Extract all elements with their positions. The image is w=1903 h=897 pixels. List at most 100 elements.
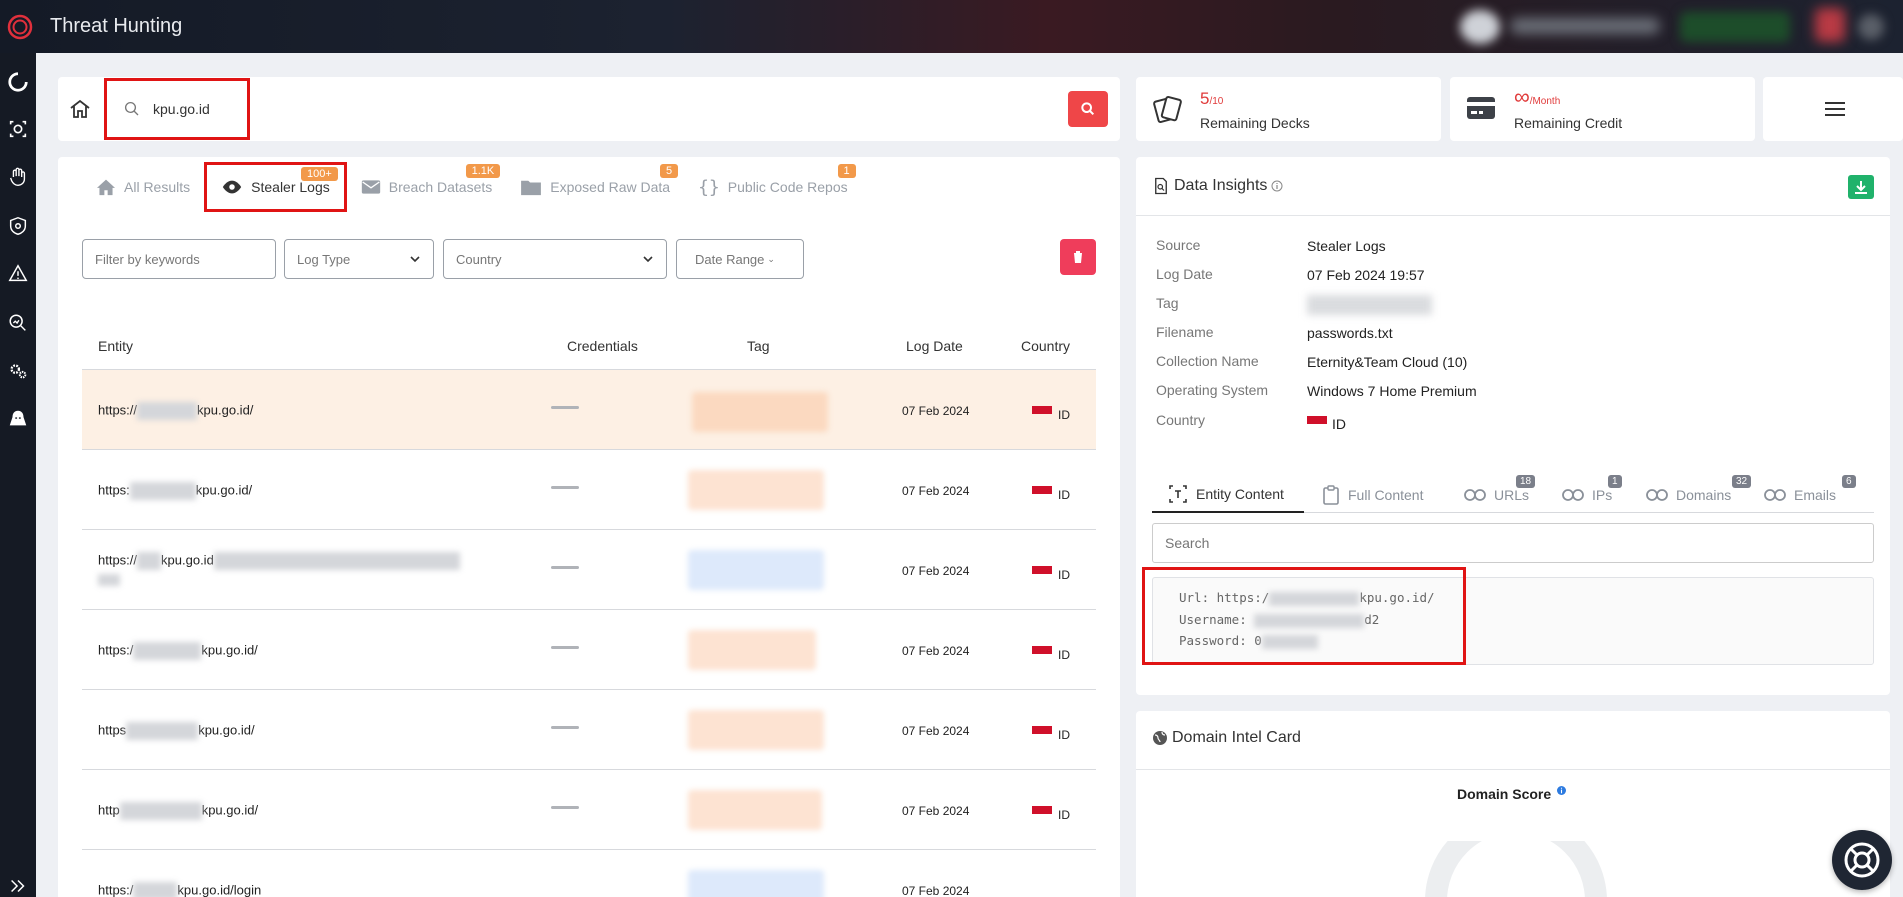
domain-score-label: Domain Score — [1457, 786, 1552, 802]
id-flag-icon — [1032, 806, 1052, 814]
field-value-tag — [1307, 295, 1432, 315]
header-credentials[interactable]: Credentials — [567, 338, 638, 354]
help-button[interactable] — [1832, 830, 1892, 890]
table-row[interactable]: https:// kpu.go.id/ 07 Feb 2024 ID — [82, 369, 1096, 449]
id-flag-icon — [1032, 406, 1052, 414]
remaining-credit-card: ∞/Month Remaining Credit — [1450, 77, 1755, 141]
info-icon[interactable] — [1557, 786, 1567, 795]
header-log-date[interactable]: Log Date — [906, 338, 963, 354]
app-logo-icon[interactable] — [6, 13, 34, 41]
table-row[interactable]: https:/ kpu.go.id/login 07 Feb 2024 — [82, 849, 1096, 897]
credit-card-icon — [1464, 91, 1500, 127]
subtab-entity-content[interactable]: Entity Content — [1152, 477, 1304, 513]
content-search-input[interactable] — [1152, 523, 1874, 563]
upgrade-button[interactable] — [1680, 12, 1790, 42]
tab-label: Stealer Logs — [251, 179, 330, 195]
subtab-label: Full Content — [1348, 487, 1424, 503]
search-button[interactable] — [1068, 91, 1108, 127]
tab-exposed-raw-data[interactable]: Exposed Raw Data 5 — [506, 162, 684, 212]
subtab-emails[interactable]: Emails 6 — [1764, 475, 1856, 513]
tab-label: Public Code Repos — [727, 179, 848, 195]
table-row[interactable]: https: kpu.go.id/ 07 Feb 2024 ID — [82, 449, 1096, 529]
chevron-down-icon: ⌄ — [767, 253, 775, 264]
settings-gears-icon[interactable] — [5, 358, 31, 384]
table-row[interactable]: https:// kpu.go.id 07 Feb 2024 ID — [82, 529, 1096, 609]
download-button[interactable] — [1848, 175, 1874, 199]
tab-badge: 1.1K — [465, 164, 501, 178]
search-input[interactable]: kpu.go.id — [153, 101, 210, 117]
country-cell: ID — [1058, 648, 1070, 662]
entity-suffix: kpu.go.id/ — [201, 642, 258, 658]
entity-prefix: https:/ — [98, 882, 134, 897]
entity-cell: https: kpu.go.id/ — [98, 482, 252, 500]
log-date-cell: 07 Feb 2024 — [902, 484, 970, 498]
bell-icon[interactable] — [1858, 14, 1884, 40]
search-box[interactable]: kpu.go.id — [104, 78, 250, 140]
date-range-select[interactable]: Date Range ⌄ — [676, 239, 804, 279]
header-tag[interactable]: Tag — [747, 338, 770, 354]
dashboard-icon[interactable] — [5, 69, 31, 95]
log-date-cell: 07 Feb 2024 — [902, 884, 970, 897]
expand-sidebar-icon[interactable] — [5, 873, 31, 897]
header-country[interactable]: Country — [1021, 338, 1070, 354]
alert-monitor-icon[interactable] — [5, 261, 31, 287]
country-cell: ID — [1058, 728, 1070, 742]
tag-badge — [688, 630, 816, 670]
tab-all-results[interactable]: All Results — [82, 162, 204, 212]
redacted-mask — [129, 482, 196, 500]
source-tabs: All Results Stealer Logs 100+ Breach Dat… — [82, 157, 862, 217]
redacted-mask — [213, 552, 460, 570]
tab-breach-datasets[interactable]: Breach Datasets 1.1K — [347, 162, 507, 212]
user-name[interactable] — [1510, 18, 1660, 34]
score-gauge — [1425, 841, 1607, 897]
alert-icon[interactable] — [1815, 8, 1845, 42]
cards-icon — [1150, 91, 1186, 127]
country-label: Country — [456, 251, 502, 267]
entity-prefix: https:/ — [98, 642, 134, 658]
text-select-icon — [1169, 485, 1187, 503]
subtab-urls[interactable]: URLs 18 — [1464, 475, 1536, 513]
entity-suffix: kpu.go.id/ — [201, 802, 259, 818]
tab-stealer-logs[interactable]: Stealer Logs 100+ — [204, 162, 347, 212]
table-row[interactable]: https:/ kpu.go.id/ 07 Feb 2024 ID — [82, 609, 1096, 689]
analytics-search-icon[interactable] — [5, 310, 31, 336]
tab-badge: 100+ — [300, 167, 338, 181]
keyword-filter-input[interactable]: Filter by keywords — [82, 239, 276, 279]
redacted-mask — [119, 802, 202, 820]
threat-intel-icon[interactable] — [5, 116, 31, 142]
header-entity[interactable]: Entity — [98, 338, 133, 354]
folder-icon — [521, 180, 542, 196]
table-row[interactable]: https kpu.go.id/ 07 Feb 2024 ID — [82, 689, 1096, 769]
hacker-icon[interactable] — [5, 406, 31, 432]
log-type-select[interactable]: Log Type — [284, 239, 434, 279]
subtab-domains[interactable]: Domains 32 — [1646, 475, 1752, 513]
home-icon[interactable] — [68, 97, 92, 121]
field-label: Filename — [1156, 324, 1214, 340]
user-avatar[interactable] — [1460, 10, 1500, 44]
keyword-filter-placeholder: Filter by keywords — [95, 251, 200, 267]
subtab-full-content[interactable]: Full Content — [1322, 477, 1423, 513]
field-value-os: Windows 7 Home Premium — [1307, 383, 1477, 399]
table-row[interactable]: http kpu.go.id/ 07 Feb 2024 ID — [82, 769, 1096, 849]
country-select[interactable]: Country — [443, 239, 667, 279]
chevron-down-icon — [410, 256, 420, 263]
clear-filters-button[interactable] — [1060, 239, 1096, 275]
log-date-cell: 07 Feb 2024 — [902, 644, 970, 658]
entity-cell: https:/ kpu.go.id/ — [98, 642, 258, 660]
menu-icon[interactable] — [1825, 101, 1845, 117]
tab-public-code-repos[interactable]: {} Public Code Repos 1 — [684, 162, 862, 212]
subtab-count: 18 — [1516, 475, 1536, 488]
subtab-ips[interactable]: IPs 1 — [1562, 475, 1622, 513]
credentials-cell — [551, 646, 579, 649]
subtab-label: IPs — [1592, 487, 1613, 503]
field-label: Source — [1156, 237, 1201, 253]
shield-eye-icon[interactable] — [5, 213, 31, 239]
eye-icon — [222, 180, 242, 194]
search-icon — [124, 101, 139, 116]
field-value-log-date: 07 Feb 2024 19:57 — [1307, 267, 1425, 283]
decks-total: /10 — [1209, 96, 1224, 107]
hand-stop-icon[interactable] — [5, 164, 31, 190]
domain-intel-card: Domain Intel Card Domain Score — [1136, 711, 1890, 897]
info-icon[interactable] — [1271, 180, 1283, 192]
id-flag-icon — [1032, 646, 1052, 654]
